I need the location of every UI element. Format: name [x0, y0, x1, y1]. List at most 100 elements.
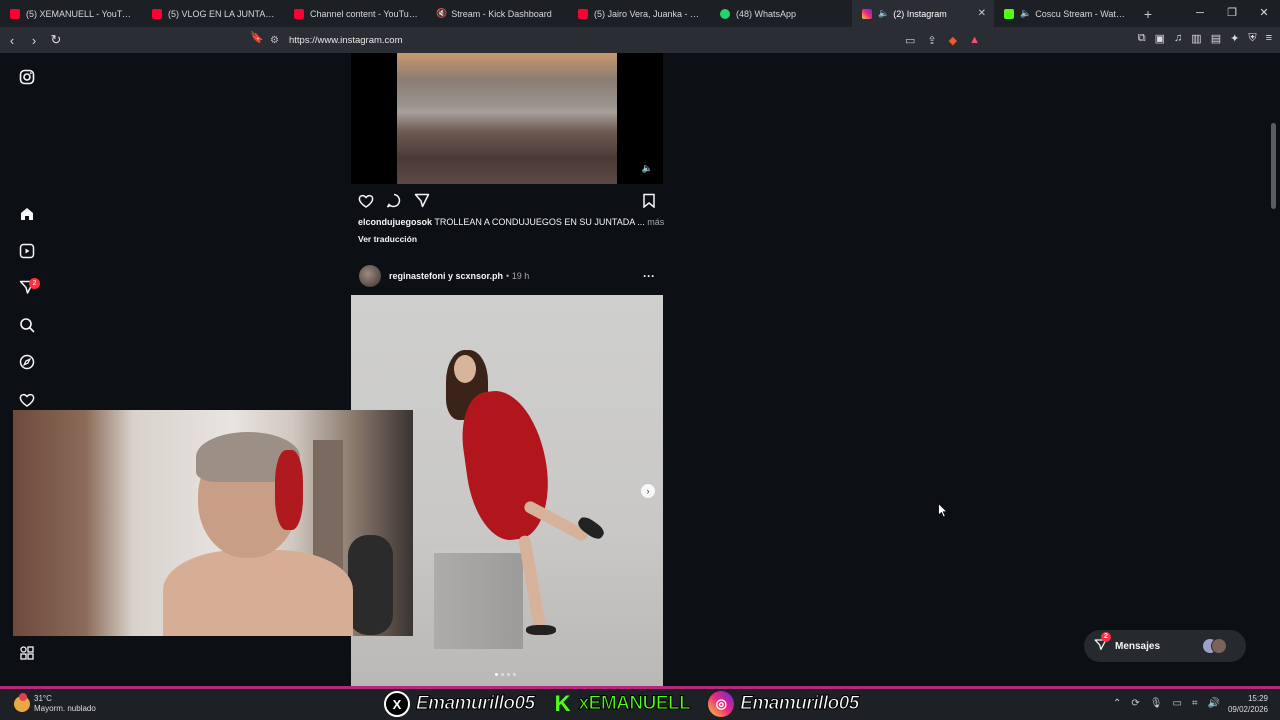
whatsapp-icon [720, 8, 730, 19]
minimize-icon[interactable]: ─ [1184, 0, 1216, 27]
wallet-icon[interactable]: ▤ [1211, 32, 1221, 45]
tab-youtube-music[interactable]: (5) Jairo Vera, Juanka - Madrid [568, 0, 710, 27]
photo-subject [455, 385, 557, 545]
comment-icon[interactable] [386, 193, 402, 211]
more-options-icon[interactable]: ··· [643, 269, 655, 283]
post-actions [358, 193, 658, 211]
url-actions: ▭ ⇪ ◆ ▲ [905, 34, 980, 47]
clock[interactable]: 15:29 09/02/2026 [1228, 693, 1268, 715]
like-heart-icon[interactable] [358, 193, 374, 211]
volume-icon[interactable]: 🔊 [1208, 698, 1220, 709]
site-info-icon[interactable]: ⚙ [270, 35, 279, 46]
tab-title: (48) WhatsApp [736, 8, 797, 19]
instagram-logo-icon[interactable] [17, 67, 37, 87]
heart-icon[interactable] [17, 390, 37, 410]
message-avatars [1202, 638, 1228, 654]
vpn-icon[interactable]: ⛨ [1248, 32, 1256, 45]
toolbar-icons: ⧉ ▣ ♫ ▥ ▤ ✦ ⛨ ≡ [1138, 32, 1272, 45]
instagram-icon [862, 8, 872, 19]
address-bar-row: ‹ › ↻ 🔖 ⚙ https://www.instagram.com ▭ ⇪ … [0, 27, 1280, 53]
temperature: 31°C [34, 694, 52, 703]
reels-icon[interactable] [17, 241, 37, 261]
tab-title: (5) VLOG EN LA JUNTADA DE I [168, 8, 276, 19]
tab-kick-dashboard[interactable]: 🔇 Stream - Kick Dashboard [426, 0, 568, 27]
home-icon[interactable] [17, 204, 37, 224]
explore-icon[interactable] [17, 352, 37, 372]
url-field[interactable]: ⚙ https://www.instagram.com ▭ ⇪ ◆ ▲ [270, 30, 990, 50]
share-send-icon[interactable] [414, 193, 430, 211]
tab-kick-coscu[interactable]: 🔈Coscu Stream - Watch Live [994, 0, 1136, 27]
messages-badge: 2 [1101, 632, 1111, 642]
instagram-handle: Emamurillo05 [740, 693, 860, 715]
x-logo-icon: X [384, 691, 410, 717]
mouse-cursor-icon [938, 503, 948, 518]
page-scrollbar[interactable] [1268, 53, 1280, 686]
brave-shields-icon[interactable]: ◆ [949, 34, 957, 47]
messages-button[interactable]: 2 Mensajes [1084, 630, 1246, 662]
tab-whatsapp[interactable]: (48) WhatsApp [710, 0, 852, 27]
kick-icon [1004, 8, 1014, 19]
webcam-person [163, 550, 353, 636]
sync-icon[interactable]: ⟳ [1131, 698, 1139, 709]
carousel-next-icon[interactable]: › [641, 484, 655, 498]
sidebar-toggle-icon[interactable]: ▥ [1191, 32, 1201, 45]
post-username[interactable]: reginastefoni y scxnsor.ph [389, 271, 503, 281]
close-tab-icon[interactable]: ✕ [978, 8, 986, 19]
restore-icon[interactable]: ❐ [1216, 0, 1248, 27]
weather-icon [14, 693, 30, 712]
x-handle: Emamurillo05 [416, 693, 536, 715]
share-icon[interactable]: ⇪ [927, 34, 936, 47]
instagram-logo-icon: ◎ [708, 691, 735, 717]
see-translation-link[interactable]: Ver traducción [358, 234, 417, 244]
audio-icon[interactable]: 🔈 [642, 163, 653, 174]
notification-badge: 2 [29, 278, 40, 289]
tab-title: Channel content - YouTube St [310, 8, 418, 19]
tab-youtube-channel[interactable]: (5) XEMANUELL - YouTube [0, 0, 142, 27]
bookmark-icon[interactable]: 🔖 [250, 31, 264, 44]
kick-logo-icon: K [554, 691, 571, 716]
reload-icon[interactable]: ↻ [46, 32, 66, 48]
brave-rewards-icon[interactable]: ▲ [969, 34, 980, 47]
more-apps-icon[interactable] [17, 643, 37, 663]
menu-icon[interactable]: ≡ [1266, 32, 1272, 45]
scroll-thumb[interactable] [1271, 123, 1276, 209]
forward-icon[interactable]: › [24, 33, 44, 48]
photo-prop [434, 553, 523, 649]
search-icon[interactable] [17, 315, 37, 335]
weather-description: Mayorm. nublado [34, 704, 96, 713]
youtube-icon [294, 8, 304, 19]
network-icon[interactable]: ⌗ [1192, 698, 1198, 709]
caption-text: TROLLEAN A CONDUJUEGOS EN SU JUNTADA ... [434, 217, 645, 227]
cast-icon[interactable]: ▭ [905, 34, 915, 47]
system-tray: ⌃ ⟳ 🎙 ▭ ⌗ 🔊 [1113, 698, 1220, 709]
display-icon[interactable]: ▭ [1172, 698, 1181, 709]
avatar[interactable] [359, 265, 381, 287]
tab-title: Stream - Kick Dashboard [451, 8, 552, 19]
save-bookmark-icon[interactable] [642, 193, 656, 211]
media-icon[interactable]: ♫ [1174, 32, 1182, 45]
speaker-muted-icon: 🔇 [436, 8, 448, 18]
social-handles-banner: X Emamurillo05 K xEMANUELL ◎ Emamurillo0… [384, 691, 871, 717]
reel-video[interactable]: 🔈 [351, 53, 663, 184]
webcam-background [348, 535, 393, 635]
extensions-icon[interactable]: ⧉ [1138, 32, 1146, 45]
caption-username[interactable]: elcondujuegosok [358, 217, 432, 227]
leo-ai-icon[interactable]: ✦ [1230, 32, 1239, 45]
direct-messages-icon: 2 [1094, 632, 1111, 654]
new-tab-button[interactable]: + [1136, 6, 1160, 22]
clock-time: 15:29 [1247, 694, 1268, 703]
youtube-icon [578, 8, 588, 19]
tab-youtube-studio[interactable]: Channel content - YouTube St [284, 0, 426, 27]
screenshot-icon[interactable]: ▣ [1155, 32, 1165, 45]
back-icon[interactable]: ‹ [2, 33, 22, 48]
tab-instagram[interactable]: 🔈 (2) Instagram ✕ [852, 0, 994, 27]
url-text: https://www.instagram.com [288, 34, 403, 46]
youtube-icon [152, 8, 162, 19]
more-link[interactable]: más [647, 217, 664, 227]
tab-youtube-vlog[interactable]: (5) VLOG EN LA JUNTADA DE I [142, 0, 284, 27]
reel-frame [397, 53, 617, 184]
close-window-icon[interactable]: ✕ [1248, 0, 1280, 27]
microphone-icon[interactable]: 🎙 [1150, 698, 1163, 709]
chevron-up-icon[interactable]: ⌃ [1113, 698, 1121, 709]
weather-widget[interactable]: 31°C Mayorm. nublado [14, 693, 96, 714]
